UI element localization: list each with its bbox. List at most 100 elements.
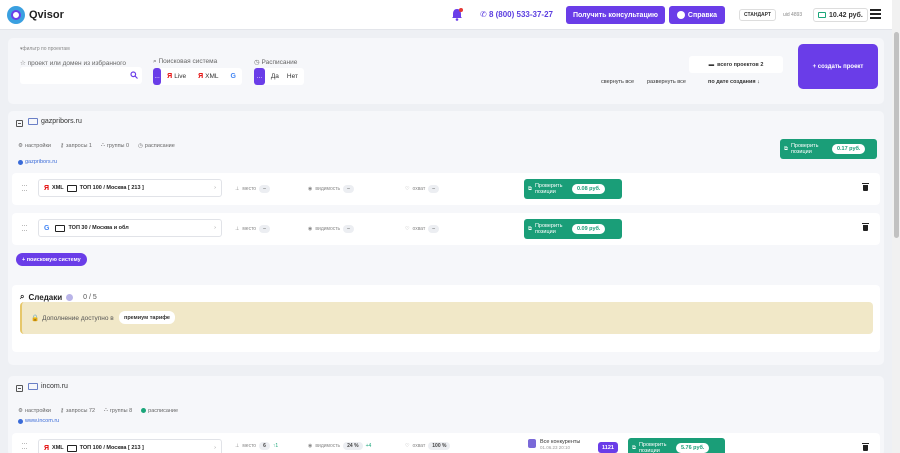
info-icon[interactable] [66,293,74,301]
project-search-label: ☆ проект или домен из избранного [20,60,126,67]
scrollbar-thumb[interactable] [894,32,899,238]
check-positions-button[interactable]: ⧉ Проверить позиции 0.09 руб. [524,219,622,239]
collapse-project-button[interactable] [16,120,23,127]
wallet-icon [818,12,826,18]
yandex-icon: Я [44,184,50,192]
schedule-option-yes[interactable]: Да [265,73,285,80]
trash-icon[interactable] [862,183,869,191]
collapse-all-button[interactable]: свернуть все [601,79,634,85]
search-engine-label: ⌕ Поисковая система [153,58,218,65]
key-icon: ⚷ [59,142,65,149]
engine-row: Я XML ТОП 100 / Москва [ 213 ] › ⊥ место… [12,173,880,205]
star-icon: ☆ [20,60,26,67]
project-header[interactable]: gazpribors.ru [28,118,82,125]
groups-link[interactable]: ⛬ группы 8 [104,407,132,414]
check-positions-button[interactable]: ⧉ Проверить позиции 5.76 руб. [628,438,725,453]
project-search-input[interactable] [20,67,142,84]
heart-icon: ♡ [405,186,410,192]
groups-icon: ⛬ [104,407,108,413]
project-meta: ⚙ настройки ⚷ запросы 1 ⛬ группы 0 ◷ расписа… [18,142,175,149]
drag-handle-icon[interactable] [22,443,27,449]
lock-icon: 🔒 [31,315,40,322]
logo-text: Qvisor [29,9,64,21]
desktop-icon [66,184,77,192]
help-icon [676,11,685,19]
schedule-link[interactable]: расписание [141,407,178,414]
settings-link[interactable]: ⚙ настройки [18,142,51,149]
project-domain: incom.ru [41,383,68,390]
project-header[interactable]: incom.ru [28,383,68,390]
phone-number[interactable]: ✆ 8 (800) 533-37-27 [480,10,553,19]
project-site-link[interactable]: gazpribors.ru [18,159,57,165]
engine-row: Я XML ТОП 100 / Москва [ 213 ] › ⊥ место… [12,433,880,453]
drag-handle-icon[interactable] [22,185,27,191]
monitor-icon [28,118,38,125]
engine-option-yandex-live[interactable]: Я Live [161,73,192,80]
premium-tariff-button[interactable]: премиум тарифе [119,311,175,324]
bell-icon[interactable] [451,8,463,21]
chevron-right-icon: › [214,445,216,451]
schedule-link[interactable]: ◷ расписание [138,142,175,149]
sort-select[interactable]: по дате создания ↓ [708,79,760,85]
queries-link[interactable]: ⚷ запросы 72 [60,407,95,414]
trash-icon[interactable] [862,443,869,451]
schedule-option-all[interactable]: ... [254,68,265,85]
engine-option-google[interactable]: G [225,73,242,80]
balance[interactable]: 10.42 руб. [813,8,868,22]
check-positions-button[interactable]: ⧉ Проверить позиции 0.08 руб. [524,179,622,199]
search-icon [130,71,138,79]
add-search-engine-button[interactable]: + поисковую систему [16,253,87,266]
schedule-filter[interactable]: ... Да Нет [254,68,304,85]
database-icon [528,439,536,448]
engine-select[interactable]: G ТОП 30 / Москва и обл › [38,219,222,237]
user-id: uid 4893 [783,12,803,18]
help-button[interactable]: Справка [669,6,725,24]
settings-link[interactable]: ⚙ настройки [18,407,51,414]
engine-select[interactable]: Я XML ТОП 100 / Москва [ 213 ] › [38,439,222,453]
yandex-icon: Я [44,444,50,452]
scrollbar[interactable] [892,0,900,453]
tariff-badge[interactable]: СТАНДАРТ [739,9,776,21]
trash-icon[interactable] [862,223,869,231]
consult-button[interactable]: Получить консультацию [566,6,665,24]
competitors-link[interactable]: Все конкуренты 01.06.23 20:10 [528,439,580,450]
visibility-metric: ◉ видимость – [308,225,354,233]
create-project-button[interactable]: + создать проект [798,44,878,89]
search-icon: ⌕ [20,292,25,301]
place-metric: ⊥ место – [235,185,270,193]
expand-all-button[interactable]: развернуть все [647,79,686,85]
check-icon: ⧉ [784,145,788,152]
menu-icon[interactable] [870,9,881,19]
check-price: 0.17 руб. [831,144,866,154]
engine-select[interactable]: Я XML ТОП 100 / Москва [ 213 ] › [38,179,222,197]
engine-option-yandex-xml[interactable]: Я XML [192,73,224,80]
search-engine-filter[interactable]: ... Я Live Я XML G [153,68,242,85]
clock-icon: ◷ [254,59,260,66]
schedule-option-no[interactable]: Нет [285,73,304,80]
desktop-icon [66,444,77,452]
top-bar: Qvisor ✆ 8 (800) 533-37-27 Получить конс… [0,0,892,30]
drag-handle-icon[interactable] [22,225,27,231]
queries-link[interactable]: ⚷ запросы 1 [60,142,92,149]
google-icon: G [44,224,50,232]
logo[interactable]: Qvisor [7,6,64,24]
project-site-link[interactable]: www.incom.ru [18,418,59,424]
yandex-icon: Я [198,73,204,80]
collapse-project-button[interactable] [16,385,23,392]
phone-icon: ✆ [480,10,487,19]
clicks-metric: ♡ охват 100 % [405,442,451,450]
gear-icon: ⚙ [18,142,23,149]
groups-icon: ⛬ [100,142,105,148]
eye-icon: ◉ [308,443,313,449]
check-positions-project-button[interactable]: ⧉ Проверить позиции 0.17 руб. [780,139,877,159]
folder-icon: ▬ [708,61,715,68]
eye-icon: ◉ [308,226,313,232]
premium-text: 🔒 Дополнение доступно в [31,314,114,323]
desktop-icon [55,224,66,232]
groups-link[interactable]: ⛬ группы 0 [101,142,129,149]
place-icon: ⊥ [235,443,240,449]
heart-icon: ♡ [405,443,410,449]
monitor-icon [28,383,38,390]
check-icon: ⧉ [528,225,532,232]
engine-option-all[interactable]: ... [153,68,162,85]
